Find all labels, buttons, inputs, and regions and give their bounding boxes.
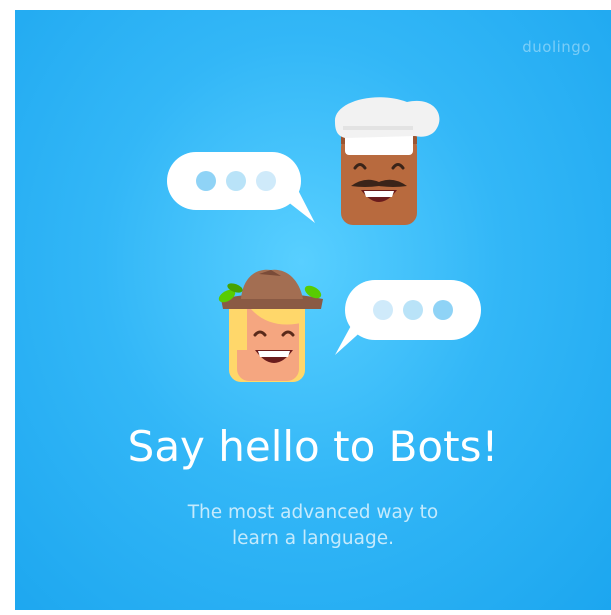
subtitle-line-1: The most advanced way to [187, 502, 439, 523]
explorer-bot-icon [218, 269, 323, 382]
subtitle-line-2: learn a language. [232, 528, 394, 549]
subtitle: The most advanced way to learn a languag… [113, 500, 513, 552]
chef-bot-icon [334, 97, 440, 225]
headline: Say hello to Bots! [127, 422, 499, 471]
speech-bubble-icon [335, 280, 481, 355]
promo-card: duolingo Say hello to Bots! The most adv… [15, 10, 611, 610]
speech-bubble-icon [167, 152, 315, 223]
bots-illustration [167, 97, 481, 382]
